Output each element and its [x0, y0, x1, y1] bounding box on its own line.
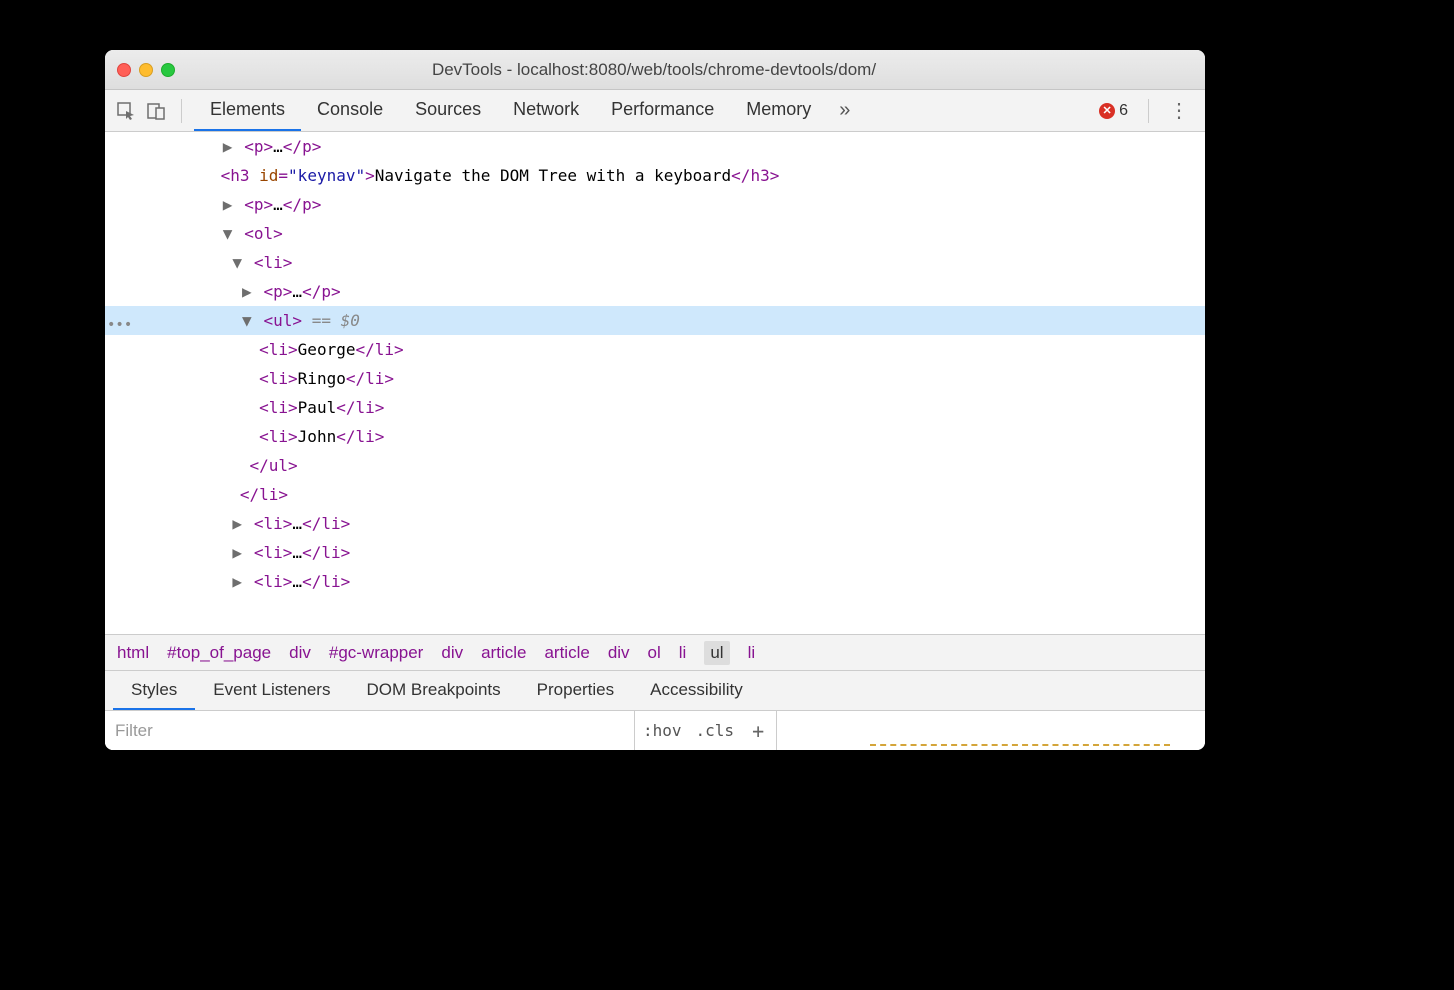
close-window-button[interactable]	[117, 63, 131, 77]
styles-pane-tabs: StylesEvent ListenersDOM BreakpointsProp…	[105, 670, 1205, 710]
tab-console[interactable]: Console	[301, 90, 399, 131]
dom-node-line[interactable]: ▶ <p>…</p>	[105, 190, 1205, 219]
expand-arrow-icon[interactable]: ▶	[221, 132, 235, 161]
dom-node-line[interactable]: ▶ <p>…</p>	[105, 132, 1205, 161]
error-count-badge[interactable]: ✕ 6	[1091, 102, 1136, 120]
main-toolbar: ElementsConsoleSourcesNetworkPerformance…	[105, 90, 1205, 132]
breadcrumb-item[interactable]: article	[544, 643, 589, 663]
dom-node-line[interactable]: ▶ <p>…</p>	[105, 277, 1205, 306]
window-title: DevTools - localhost:8080/web/tools/chro…	[183, 60, 1125, 80]
breadcrumb-item[interactable]: div	[289, 643, 311, 663]
breadcrumb-item[interactable]: #top_of_page	[167, 643, 271, 663]
breadcrumb-item[interactable]: div	[608, 643, 630, 663]
dom-tree-panel[interactable]: ▶ <p>…</p> <h3 id="keynav">Navigate the …	[105, 132, 1205, 634]
expand-arrow-icon[interactable]: ▶	[221, 190, 235, 219]
subtab-dom-breakpoints[interactable]: DOM Breakpoints	[348, 671, 518, 710]
tab-performance[interactable]: Performance	[595, 90, 730, 131]
error-icon: ✕	[1099, 103, 1115, 119]
dom-node-line[interactable]: ▶ <li>…</li>	[105, 567, 1205, 596]
dom-node-line[interactable]: <h3 id="keynav">Navigate the DOM Tree wi…	[105, 161, 1205, 190]
inspect-element-icon[interactable]	[113, 98, 139, 124]
new-style-rule-button[interactable]: +	[748, 719, 768, 743]
breadcrumb-item[interactable]: ol	[648, 643, 661, 663]
dom-node-line[interactable]: </ul>	[105, 451, 1205, 480]
expand-arrow-icon[interactable]: ▼	[230, 248, 244, 277]
cls-toggle[interactable]: .cls	[696, 721, 735, 740]
titlebar: DevTools - localhost:8080/web/tools/chro…	[105, 50, 1205, 90]
expand-arrow-icon[interactable]: ▼	[221, 219, 235, 248]
settings-menu-button[interactable]: ⋮	[1161, 98, 1197, 123]
tab-network[interactable]: Network	[497, 90, 595, 131]
tab-sources[interactable]: Sources	[399, 90, 497, 131]
breadcrumb-item[interactable]: li	[679, 643, 687, 663]
breadcrumb-item[interactable]: li	[748, 643, 756, 663]
minimize-window-button[interactable]	[139, 63, 153, 77]
expand-arrow-icon[interactable]: ▶	[240, 277, 254, 306]
dom-node-line[interactable]: <li>George</li>	[105, 335, 1205, 364]
dom-node-line[interactable]: <li>John</li>	[105, 422, 1205, 451]
tab-elements[interactable]: Elements	[194, 90, 301, 131]
error-count: 6	[1119, 102, 1128, 120]
expand-arrow-icon[interactable]: ▶	[230, 567, 244, 596]
subtab-event-listeners[interactable]: Event Listeners	[195, 671, 348, 710]
dom-node-line[interactable]: ▼ <ol>	[105, 219, 1205, 248]
styles-toggle-buttons: :hov .cls +	[635, 711, 777, 750]
dom-node-line[interactable]: <li>Paul</li>	[105, 393, 1205, 422]
panel-tabs: ElementsConsoleSourcesNetworkPerformance…	[194, 90, 827, 131]
subtab-properties[interactable]: Properties	[519, 671, 632, 710]
dom-node-line[interactable]: <li>Ringo</li>	[105, 364, 1205, 393]
expand-arrow-icon[interactable]: ▶	[230, 538, 244, 567]
tab-memory[interactable]: Memory	[730, 90, 827, 131]
dom-node-line[interactable]: ▼ <li>	[105, 248, 1205, 277]
breadcrumb-item[interactable]: #gc-wrapper	[329, 643, 424, 663]
breadcrumb-item[interactable]: html	[117, 643, 149, 663]
expand-arrow-icon[interactable]: ▼	[240, 306, 254, 335]
subtab-accessibility[interactable]: Accessibility	[632, 671, 761, 710]
gutter-actions-icon[interactable]: •••	[107, 311, 132, 340]
breadcrumb-item[interactable]: article	[481, 643, 526, 663]
dom-node-line[interactable]: </li>	[105, 480, 1205, 509]
separator	[181, 99, 182, 123]
dom-node-line[interactable]: ▶ <li>…</li>	[105, 538, 1205, 567]
expand-arrow-icon[interactable]: ▶	[230, 509, 244, 538]
maximize-window-button[interactable]	[161, 63, 175, 77]
hov-toggle[interactable]: :hov	[643, 721, 682, 740]
box-model-preview-edge	[870, 744, 1170, 750]
more-tabs-button[interactable]: »	[831, 99, 858, 122]
window-controls	[117, 63, 175, 77]
styles-filter-input[interactable]	[105, 711, 634, 750]
devtools-window: DevTools - localhost:8080/web/tools/chro…	[105, 50, 1205, 750]
separator	[1148, 99, 1149, 123]
breadcrumb-item[interactable]: div	[441, 643, 463, 663]
breadcrumb-item[interactable]: ul	[704, 641, 729, 665]
dom-node-line[interactable]: ▼ <ul> == $0	[105, 306, 1205, 335]
dom-breadcrumbs: html #top_of_page div #gc-wrapper div article…	[105, 634, 1205, 670]
styles-filter-wrap	[105, 711, 635, 750]
dom-node-line[interactable]: ▶ <li>…</li>	[105, 509, 1205, 538]
device-toolbar-icon[interactable]	[143, 98, 169, 124]
subtab-styles[interactable]: Styles	[113, 671, 195, 710]
